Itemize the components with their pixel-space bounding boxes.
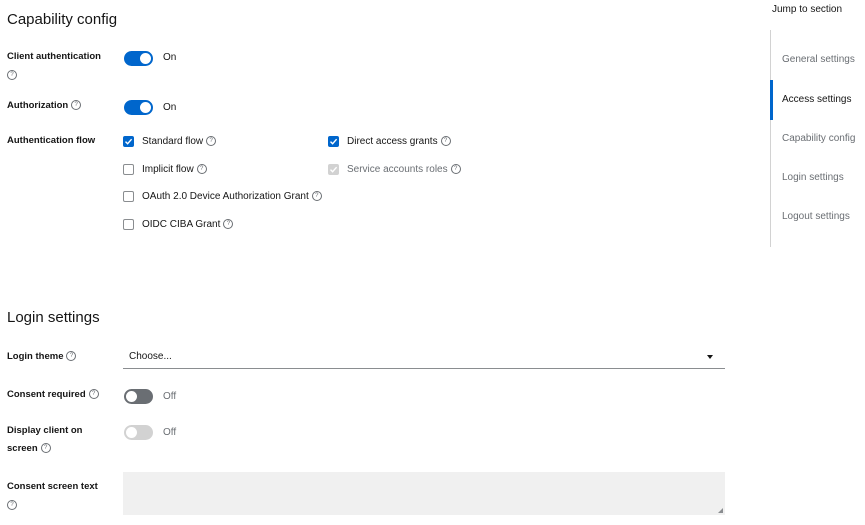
help-icon[interactable]: ? — [223, 219, 234, 230]
authorization-text: Authorization — [7, 100, 69, 111]
check-icon — [330, 138, 338, 145]
oauth-device-grant-checkbox[interactable] — [123, 191, 134, 202]
login-theme-text: Login theme — [7, 351, 64, 362]
help-icon[interactable]: ? — [71, 100, 82, 111]
display-client-state: Off — [163, 427, 177, 438]
consent-required-label: Consent required? — [7, 385, 99, 405]
oidc-ciba-grant-option: OIDC CIBA Grant? — [142, 219, 234, 230]
resize-grip-icon — [718, 508, 723, 513]
jump-item-logout-settings[interactable]: Logout settings — [782, 211, 850, 222]
display-client-toggle — [124, 425, 153, 440]
direct-access-grants-label: Direct access grants — [347, 136, 438, 147]
client-authentication-toggle[interactable] — [124, 51, 153, 66]
consent-screen-text-label: Consent screen text — [7, 481, 98, 492]
direct-access-grants-option: Direct access grants? — [347, 136, 451, 147]
consent-required-text: Consent required — [7, 389, 86, 400]
capability-config-title: Capability config — [7, 11, 118, 28]
service-accounts-roles-checkbox — [328, 164, 339, 175]
implicit-flow-label: Implicit flow — [142, 164, 194, 175]
check-icon — [330, 166, 338, 173]
help-icon[interactable]: ? — [450, 164, 461, 175]
caret-down-icon — [707, 355, 713, 359]
help-icon[interactable]: ? — [88, 389, 99, 400]
help-icon[interactable]: ? — [206, 136, 217, 147]
service-accounts-roles-label: Service accounts roles — [347, 164, 448, 175]
jump-nav-rail — [770, 30, 771, 247]
display-client-text-line2: screen — [7, 443, 38, 454]
authorization-label: Authorization? — [7, 96, 82, 116]
login-theme-value: Choose... — [129, 351, 172, 362]
jump-to-section-title: Jump to section — [772, 4, 843, 15]
login-settings-title: Login settings — [7, 309, 100, 326]
oauth-device-grant-option: OAuth 2.0 Device Authorization Grant? — [142, 191, 322, 202]
login-theme-select[interactable]: Choose... — [123, 346, 725, 369]
client-authentication-state: On — [163, 52, 177, 63]
help-icon[interactable]: ? — [7, 70, 17, 80]
help-icon[interactable]: ? — [7, 500, 17, 510]
jump-nav-active-indicator — [770, 80, 773, 120]
oauth-device-grant-label: OAuth 2.0 Device Authorization Grant — [142, 191, 309, 202]
jump-item-login-settings[interactable]: Login settings — [782, 172, 844, 183]
consent-required-state: Off — [163, 391, 177, 402]
login-theme-label: Login theme? — [7, 347, 77, 367]
authorization-state: On — [163, 102, 177, 113]
oidc-ciba-grant-label: OIDC CIBA Grant — [142, 219, 221, 230]
help-icon[interactable]: ? — [40, 443, 51, 454]
jump-item-capability-config[interactable]: Capability config — [782, 133, 855, 144]
implicit-flow-option: Implicit flow? — [142, 164, 207, 175]
help-icon[interactable]: ? — [196, 164, 207, 175]
authorization-toggle[interactable] — [124, 100, 153, 115]
help-icon[interactable]: ? — [440, 136, 451, 147]
consent-required-toggle[interactable] — [124, 389, 153, 404]
check-icon — [125, 138, 133, 145]
consent-screen-text-input — [123, 472, 725, 515]
authentication-flow-label: Authentication flow — [7, 135, 96, 146]
display-client-label: Display client on screen? — [7, 422, 83, 458]
implicit-flow-checkbox[interactable] — [123, 164, 134, 175]
client-authentication-text: Client authentication — [7, 51, 101, 62]
display-client-text-line1: Display client on — [7, 425, 83, 436]
direct-access-grants-checkbox[interactable] — [328, 136, 339, 147]
oidc-ciba-grant-checkbox[interactable] — [123, 219, 134, 230]
standard-flow-option: Standard flow? — [142, 136, 217, 147]
standard-flow-checkbox[interactable] — [123, 136, 134, 147]
jump-item-access-settings[interactable]: Access settings — [782, 94, 851, 105]
service-accounts-roles-option: Service accounts roles? — [347, 164, 461, 175]
standard-flow-label: Standard flow — [142, 136, 204, 147]
help-icon[interactable]: ? — [311, 191, 322, 202]
jump-item-general-settings[interactable]: General settings — [782, 54, 855, 65]
client-authentication-label: Client authentication — [7, 47, 101, 67]
help-icon[interactable]: ? — [66, 351, 77, 362]
